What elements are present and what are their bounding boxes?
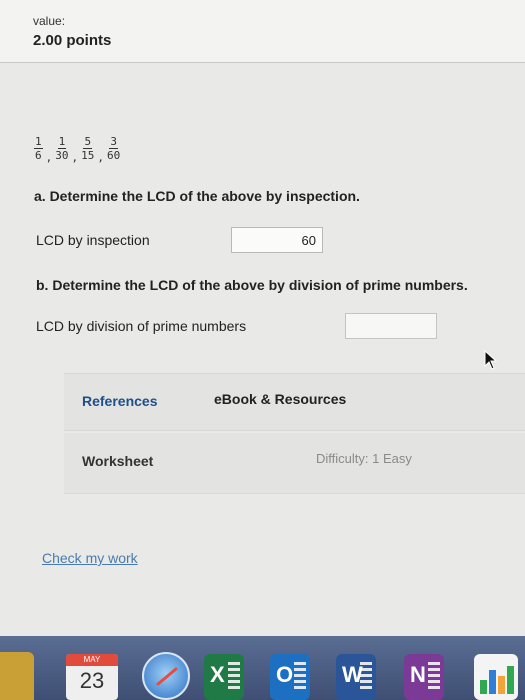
numbers-app-icon[interactable] — [474, 654, 518, 700]
calendar-day: 23 — [79, 668, 105, 693]
lcd-inspection-input[interactable]: 60 — [231, 227, 323, 253]
outlook-lines — [294, 662, 306, 690]
numbers-bar — [507, 666, 514, 694]
fraction-separator: , — [97, 151, 104, 164]
points-value: 2.00 points — [33, 32, 112, 49]
fraction-3: 5 15 — [81, 135, 95, 163]
fraction-numerator: 5 — [83, 135, 93, 149]
fraction-4: 3 60 — [107, 135, 121, 163]
onenote-lines — [428, 662, 440, 690]
fraction-denominator: 6 — [35, 149, 42, 162]
fraction-1: 1 6 — [34, 136, 43, 162]
fraction-list: 1 6 , 1 30 , 5 15 , 3 60 — [34, 136, 120, 172]
numbers-bar — [480, 680, 487, 694]
onenote-app-icon[interactable]: N — [404, 654, 444, 700]
mouse-cursor-icon — [484, 350, 498, 370]
lcd-inspection-label: LCD by inspection — [36, 232, 150, 248]
word-app-icon[interactable]: W — [336, 654, 376, 700]
question-part-b: b. Determine the LCD of the above by div… — [36, 277, 468, 293]
numbers-bar — [498, 676, 505, 694]
numbers-bar — [489, 670, 496, 694]
calendar-month: MAY — [66, 654, 118, 666]
outlook-app-icon[interactable]: O — [270, 654, 310, 700]
question-header: value: 2.00 points — [0, 0, 525, 63]
onenote-letter: N — [410, 662, 426, 687]
worksheet-link[interactable]: Worksheet — [82, 453, 153, 469]
fraction-denominator: 30 — [55, 149, 69, 162]
value-label: value: — [33, 14, 66, 28]
notes-app-icon[interactable] — [0, 652, 34, 700]
excel-lines — [228, 662, 240, 690]
ebook-resources-link[interactable]: eBook & Resources — [214, 391, 346, 407]
references-link[interactable]: References — [82, 393, 158, 409]
fraction-2: 1 30 — [55, 135, 69, 163]
difficulty-label: Difficulty: 1 Easy — [316, 451, 412, 466]
excel-app-icon[interactable]: X — [204, 654, 244, 700]
compass-needle — [156, 666, 178, 687]
fraction-separator: , — [71, 151, 79, 164]
fraction-numerator: 1 — [34, 135, 43, 149]
fraction-denominator: 15 — [81, 149, 95, 162]
fraction-denominator: 60 — [107, 149, 121, 162]
outlook-letter: O — [276, 662, 294, 687]
safari-compass-icon[interactable] — [142, 652, 190, 700]
check-my-work-link[interactable]: Check my work — [42, 550, 138, 566]
lcd-division-label: LCD by division of prime numbers — [36, 318, 247, 334]
fraction-numerator: 1 — [57, 135, 67, 149]
excel-letter: X — [210, 662, 225, 687]
lcd-division-input[interactable] — [345, 313, 437, 339]
calendar-app-icon[interactable]: MAY 23 — [66, 654, 118, 700]
word-lines — [360, 662, 372, 690]
fraction-numerator: 3 — [109, 135, 118, 149]
question-part-a: a. Determine the LCD of the above by ins… — [34, 188, 360, 204]
fraction-separator: , — [45, 151, 53, 164]
